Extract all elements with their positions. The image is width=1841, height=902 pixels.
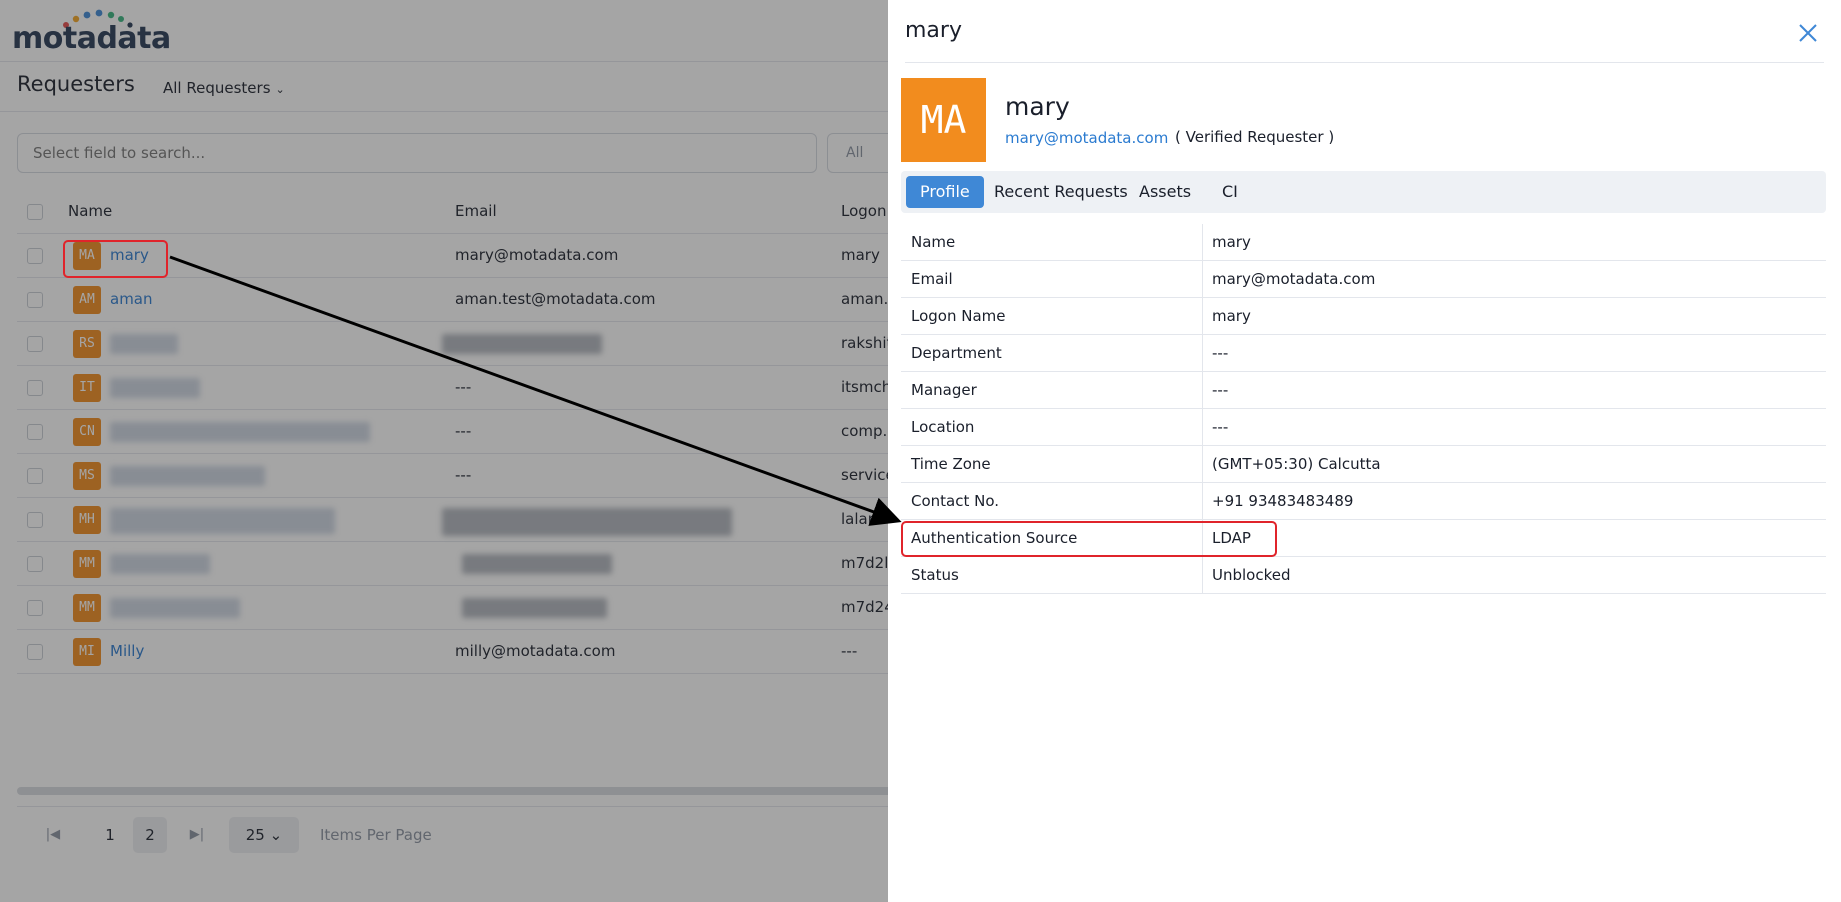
detail-row: Status Unblocked: [901, 557, 1826, 594]
detail-value: ---: [1212, 344, 1229, 362]
tab-ci[interactable]: CI: [1208, 176, 1252, 208]
detail-row: Location ---: [901, 409, 1826, 446]
detail-label: Time Zone: [911, 455, 991, 473]
detail-label: Contact No.: [911, 492, 1000, 510]
detail-row: Department ---: [901, 335, 1826, 372]
profile-tabs: Profile Recent Requests Assets CI: [901, 171, 1826, 213]
highlight-box-authentication-source: [901, 521, 1277, 557]
detail-row: Time Zone (GMT+05:30) Calcutta: [901, 446, 1826, 483]
tab-profile[interactable]: Profile: [906, 176, 984, 208]
requester-detail-drawer: mary MA mary mary@motadata.com ( Verifie…: [888, 0, 1841, 902]
divider: [1202, 446, 1203, 482]
tab-recent-requests[interactable]: Recent Requests: [980, 176, 1142, 208]
detail-value: (GMT+05:30) Calcutta: [1212, 455, 1381, 473]
divider: [1202, 483, 1203, 519]
detail-label: Status: [911, 566, 959, 584]
drawer-title: mary: [905, 18, 962, 43]
divider: [1202, 372, 1203, 408]
detail-value: ---: [1212, 418, 1229, 436]
profile-name: mary: [1005, 92, 1070, 121]
profile-email-link[interactable]: mary@motadata.com: [1005, 129, 1168, 147]
detail-value: Unblocked: [1212, 566, 1291, 584]
detail-row: Manager ---: [901, 372, 1826, 409]
detail-value: mary: [1212, 307, 1251, 325]
close-icon[interactable]: [1795, 20, 1821, 46]
divider: [1202, 409, 1203, 445]
detail-row: Email mary@motadata.com: [901, 261, 1826, 298]
detail-label: Logon Name: [911, 307, 1006, 325]
divider: [1202, 557, 1203, 593]
detail-label: Location: [911, 418, 975, 436]
divider: [1202, 224, 1203, 260]
detail-label: Email: [911, 270, 953, 288]
verified-badge: ( Verified Requester ): [1175, 128, 1335, 146]
detail-value: +91 93483483489: [1212, 492, 1354, 510]
divider: [1202, 261, 1203, 297]
highlight-box-mary-row: [63, 240, 168, 278]
tab-assets[interactable]: Assets: [1125, 176, 1205, 208]
detail-row: Name mary: [901, 224, 1826, 261]
detail-label: Name: [911, 233, 956, 251]
modal-backdrop[interactable]: [0, 0, 888, 902]
detail-row: Logon Name mary: [901, 298, 1826, 335]
divider: [905, 62, 1824, 63]
detail-value: mary@motadata.com: [1212, 270, 1376, 288]
avatar: MA: [901, 78, 986, 162]
detail-label: Department: [911, 344, 1002, 362]
divider: [1202, 335, 1203, 371]
detail-row: Contact No. +91 93483483489: [901, 483, 1826, 520]
detail-value: mary: [1212, 233, 1251, 251]
detail-value: ---: [1212, 381, 1229, 399]
detail-label: Manager: [911, 381, 977, 399]
divider: [1202, 298, 1203, 334]
